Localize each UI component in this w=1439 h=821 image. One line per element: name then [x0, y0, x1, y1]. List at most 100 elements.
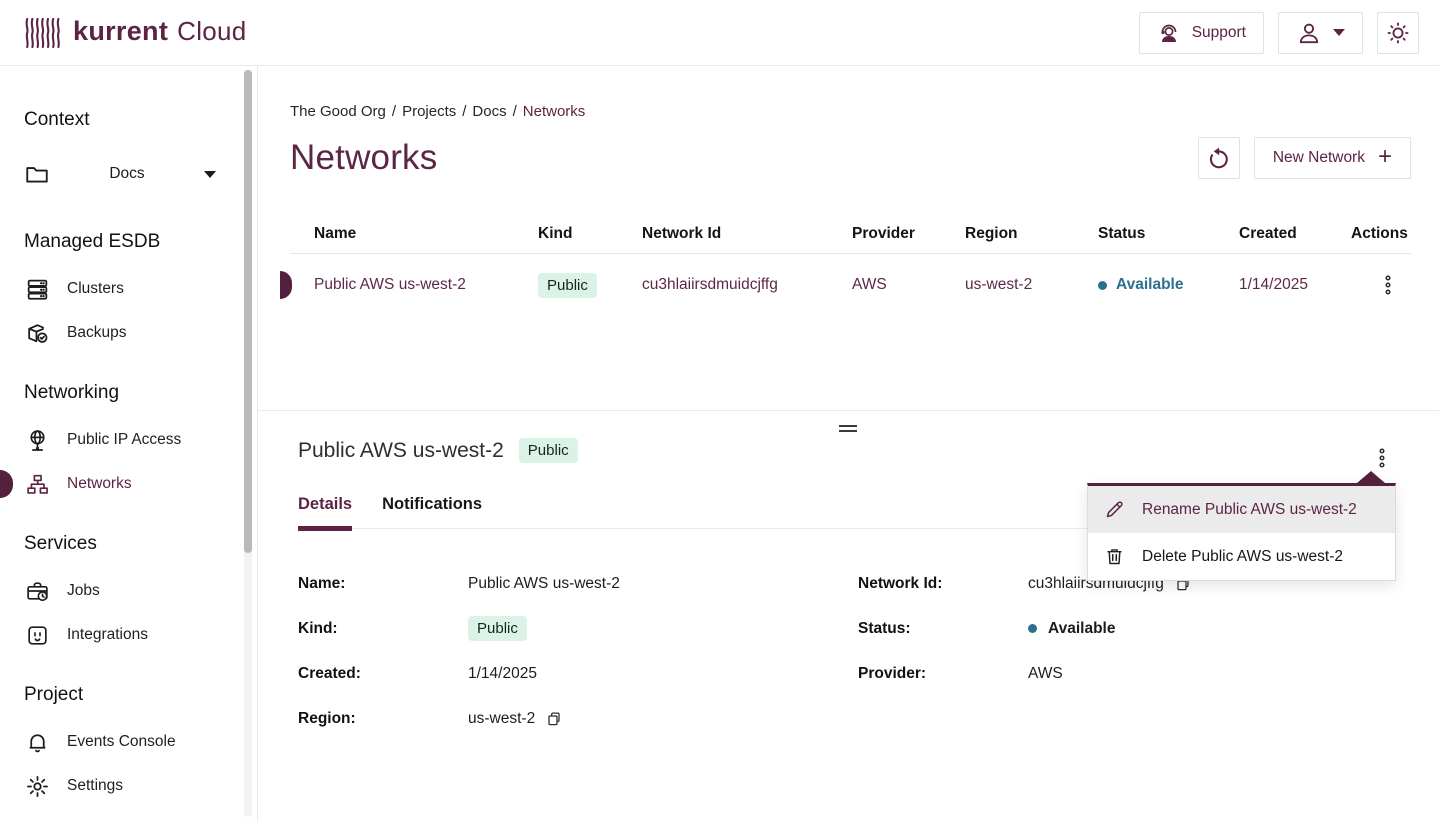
- copy-icon: [546, 711, 562, 727]
- panel-kind-badge: Public: [519, 438, 578, 463]
- sidebar-item-label: Events Console: [67, 733, 176, 751]
- menu-item-delete[interactable]: Delete Public AWS us-west-2: [1088, 533, 1395, 580]
- kind-badge: Public: [538, 273, 597, 298]
- sidebar-group-project: Events Console Settings: [24, 720, 257, 808]
- field-value-provider: AWS: [1028, 665, 1397, 683]
- status-badge: Available: [1116, 276, 1184, 294]
- sidebar-group-networking: Public IP Access Networks: [24, 418, 257, 506]
- headset-icon: [1157, 21, 1181, 45]
- field-label-created: Created:: [298, 665, 468, 683]
- chevron-down-icon: [204, 171, 216, 178]
- refresh-icon: [1206, 146, 1231, 171]
- sidebar-item-integrations[interactable]: Integrations: [24, 613, 257, 657]
- clusters-icon: [24, 277, 50, 302]
- page-title: Networks: [290, 138, 437, 178]
- sidebar-item-settings[interactable]: Settings: [24, 764, 257, 808]
- sidebar-item-public-ip-access[interactable]: Public IP Access: [24, 418, 257, 462]
- breadcrumb-org[interactable]: The Good Org: [290, 103, 386, 120]
- cell-region: us-west-2: [965, 276, 1098, 294]
- cell-name: Public AWS us-west-2: [290, 276, 538, 294]
- field-value-region: us-west-2: [468, 710, 535, 728]
- context-selector[interactable]: Docs: [24, 152, 216, 196]
- refresh-button[interactable]: [1198, 137, 1240, 179]
- user-menu-button[interactable]: [1278, 12, 1363, 54]
- column-header-name: Name: [290, 225, 538, 243]
- sidebar-item-events-console[interactable]: Events Console: [24, 720, 257, 764]
- row-actions-menu-button[interactable]: [1379, 271, 1397, 299]
- sidebar-item-networks[interactable]: Networks: [24, 462, 257, 506]
- breadcrumb-separator: /: [462, 103, 466, 120]
- new-network-label: New Network: [1273, 149, 1365, 167]
- panel-resize-handle[interactable]: [839, 425, 857, 432]
- sidebar-heading-networking: Networking: [24, 381, 257, 405]
- theme-toggle-button[interactable]: [1377, 12, 1419, 54]
- tab-notifications[interactable]: Notifications: [382, 495, 482, 528]
- menu-item-label: Delete Public AWS us-west-2: [1142, 548, 1343, 566]
- header-actions: Support: [1139, 12, 1419, 54]
- actions-context-menu: Rename Public AWS us-west-2 Delete Publi…: [1087, 483, 1396, 581]
- app-header: kurrent Cloud Support: [0, 0, 1439, 66]
- copy-region-button[interactable]: [546, 711, 562, 727]
- sidebar-heading-services: Services: [24, 532, 257, 556]
- field-label-provider: Provider:: [858, 665, 1028, 683]
- support-button[interactable]: Support: [1139, 12, 1264, 54]
- cell-network-id: cu3hlaiirsdmuidcjffg: [642, 276, 852, 294]
- sidebar: Context Docs Managed ESDB: [0, 66, 258, 821]
- column-header-actions: Actions: [1351, 225, 1410, 243]
- briefcase-clock-icon: [24, 579, 50, 604]
- globe-icon: [24, 428, 50, 453]
- sidebar-item-label: Settings: [67, 777, 123, 795]
- main-content: The Good Org/Projects/Docs/Networks Netw…: [258, 66, 1439, 821]
- tab-details[interactable]: Details: [298, 495, 352, 528]
- field-label-status: Status:: [858, 620, 1028, 638]
- breadcrumb: The Good Org/Projects/Docs/Networks: [290, 103, 1411, 120]
- sidebar-scrollbar-thumb[interactable]: [244, 70, 252, 553]
- user-icon: [1296, 20, 1322, 46]
- status-dot: [1098, 281, 1107, 290]
- sidebar-heading-project: Project: [24, 683, 257, 707]
- breadcrumb-current: Networks: [523, 103, 586, 120]
- sidebar-item-label: Integrations: [67, 626, 148, 644]
- column-header-created: Created: [1239, 225, 1351, 243]
- network-detail-panel: Public AWS us-west-2 Public Details Noti…: [258, 411, 1439, 821]
- column-header-status: Status: [1098, 225, 1239, 243]
- sidebar-item-backups[interactable]: Backups: [24, 311, 257, 355]
- sidebar-item-label: Public IP Access: [67, 431, 181, 449]
- field-label-region: Region:: [298, 710, 468, 728]
- sidebar-item-jobs[interactable]: Jobs: [24, 569, 257, 613]
- sidebar-item-clusters[interactable]: Clusters: [24, 267, 257, 311]
- plus-icon: +: [1378, 145, 1392, 169]
- outlet-icon: [24, 623, 50, 648]
- networks-list-section: The Good Org/Projects/Docs/Networks Netw…: [258, 66, 1439, 410]
- sidebar-group-services: Jobs Integrations: [24, 569, 257, 657]
- column-header-provider: Provider: [852, 225, 965, 243]
- support-label: Support: [1192, 24, 1246, 42]
- brand-name: kurrent: [73, 16, 168, 47]
- panel-actions-menu-button[interactable]: [1373, 444, 1391, 472]
- field-value-status: Available: [1048, 620, 1116, 638]
- brand-suffix: Cloud: [177, 16, 246, 47]
- sun-icon: [1385, 20, 1411, 46]
- sidebar-heading-managed-esdb: Managed ESDB: [24, 230, 257, 254]
- breadcrumb-projects[interactable]: Projects: [402, 103, 456, 120]
- context-selected-value: Docs: [50, 165, 204, 183]
- sidebar-item-label: Clusters: [67, 280, 124, 298]
- cell-provider: AWS: [852, 276, 965, 294]
- new-network-button[interactable]: New Network +: [1254, 137, 1411, 179]
- brand-mark-icon: [24, 16, 64, 50]
- backup-box-icon: [24, 321, 50, 346]
- gear-icon: [24, 774, 50, 799]
- breadcrumb-project-docs[interactable]: Docs: [472, 103, 506, 120]
- sidebar-item-label: Jobs: [67, 582, 100, 600]
- sidebar-heading-context: Context: [24, 108, 257, 132]
- table-row[interactable]: Public AWS us-west-2 Public cu3hlaiirsdm…: [290, 254, 1411, 316]
- field-value-kind-badge: Public: [468, 616, 527, 641]
- breadcrumb-separator: /: [392, 103, 396, 120]
- menu-item-rename[interactable]: Rename Public AWS us-west-2: [1088, 486, 1395, 533]
- network-hierarchy-icon: [24, 472, 50, 497]
- field-value-created: 1/14/2025: [468, 665, 858, 683]
- menu-arrow: [1357, 471, 1385, 483]
- column-header-region: Region: [965, 225, 1098, 243]
- folder-icon: [24, 161, 50, 187]
- table-header-row: Name Kind Network Id Provider Region Sta…: [290, 214, 1411, 254]
